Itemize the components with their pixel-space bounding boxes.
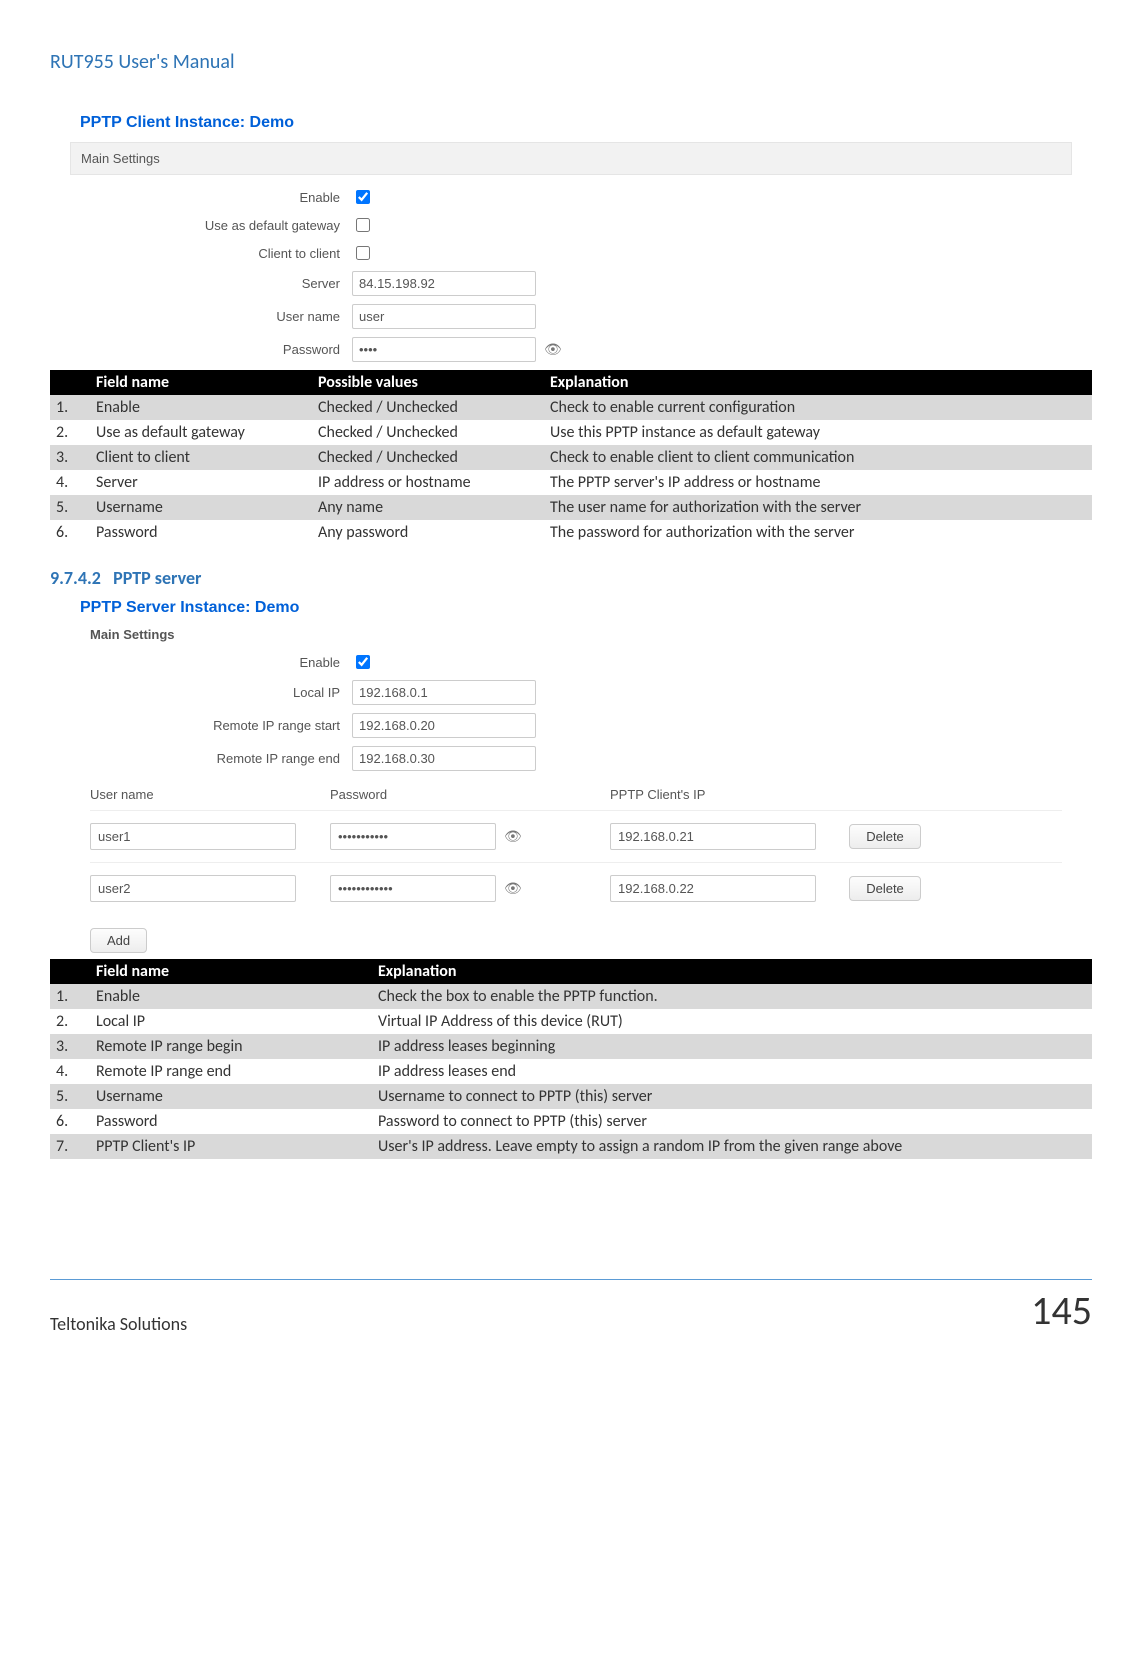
table-row: 1.EnableCheck the box to enable the PPTP…: [50, 984, 1092, 1009]
remote-start-input[interactable]: [352, 713, 536, 738]
col-password-header: Password: [330, 787, 610, 802]
password-input[interactable]: [352, 337, 536, 362]
default-gateway-label: Use as default gateway: [50, 218, 352, 233]
server-instance-title: PPTP Server Instance: Demo: [80, 599, 1092, 617]
remote-end-input[interactable]: [352, 746, 536, 771]
server-label: Server: [50, 276, 352, 291]
client-fields-table: Field name Possible values Explanation 1…: [50, 370, 1092, 545]
remote-start-label: Remote IP range start: [50, 718, 352, 733]
server-enable-checkbox[interactable]: [356, 655, 370, 669]
page-number: 145: [1031, 1286, 1092, 1335]
col-num-header: [50, 370, 90, 395]
row-clientip-input[interactable]: [610, 823, 816, 850]
client-to-client-label: Client to client: [50, 246, 352, 261]
table-row: 2.Use as default gatewayChecked / Unchec…: [50, 420, 1092, 445]
password-visibility-icon[interactable]: 👁: [504, 828, 522, 844]
page-footer: Teltonika Solutions 145: [50, 1279, 1092, 1335]
table-row: 2.Local IPVirtual IP Address of this dev…: [50, 1009, 1092, 1034]
col-clientip-header: PPTP Client's IP: [610, 787, 830, 802]
col-possible-header: Possible values: [312, 370, 544, 395]
col-field-header: Field name: [90, 370, 312, 395]
server-input[interactable]: [352, 271, 536, 296]
pptp-server-heading: 9.7.4.2 PPTP server: [50, 567, 1092, 589]
user-row: 👁 Delete: [90, 810, 1062, 862]
password-label: Password: [50, 342, 352, 357]
enable-checkbox[interactable]: [356, 190, 370, 204]
table-row: 5.UsernameAny nameThe user name for auth…: [50, 495, 1092, 520]
table-row: 6.PasswordPassword to connect to PPTP (t…: [50, 1109, 1092, 1134]
delete-button[interactable]: Delete: [849, 876, 921, 901]
add-button[interactable]: Add: [90, 928, 147, 953]
row-username-input[interactable]: [90, 875, 296, 902]
delete-button[interactable]: Delete: [849, 824, 921, 849]
table-row: 3.Remote IP range beginIP address leases…: [50, 1034, 1092, 1059]
server-fields-table: Field name Explanation 1.EnableCheck the…: [50, 959, 1092, 1159]
row-username-input[interactable]: [90, 823, 296, 850]
client-to-client-checkbox[interactable]: [356, 246, 370, 260]
row-password-input[interactable]: [330, 875, 496, 902]
table-row: 7.PPTP Client's IPUser's IP address. Lea…: [50, 1134, 1092, 1159]
password-visibility-icon[interactable]: 👁: [544, 341, 562, 358]
heading-text: PPTP server: [113, 567, 201, 589]
username-input[interactable]: [352, 304, 536, 329]
remote-end-label: Remote IP range end: [50, 751, 352, 766]
table-row: 5.UsernameUsername to connect to PPTP (t…: [50, 1084, 1092, 1109]
server-main-settings-heading: Main Settings: [90, 627, 1092, 642]
row-password-input[interactable]: [330, 823, 496, 850]
col-num-header: [50, 959, 90, 984]
default-gateway-checkbox[interactable]: [356, 218, 370, 232]
table-row: 1.EnableChecked / UncheckedCheck to enab…: [50, 395, 1092, 420]
table-row: 4.Remote IP range endIP address leases e…: [50, 1059, 1092, 1084]
table-row: 4.ServerIP address or hostnameThe PPTP s…: [50, 470, 1092, 495]
client-main-settings-heading: Main Settings: [70, 142, 1072, 175]
table-row: 6.PasswordAny passwordThe password for a…: [50, 520, 1092, 545]
table-row: 3.Client to clientChecked / UncheckedChe…: [50, 445, 1092, 470]
local-ip-label: Local IP: [50, 685, 352, 700]
col-explanation-header: Explanation: [372, 959, 1092, 984]
user-row: 👁 Delete: [90, 862, 1062, 914]
username-label: User name: [50, 309, 352, 324]
col-explanation-header: Explanation: [544, 370, 1092, 395]
heading-number: 9.7.4.2: [50, 567, 101, 589]
document-header: RUT955 User's Manual: [50, 50, 1092, 74]
client-instance-title: PPTP Client Instance: Demo: [80, 114, 1092, 132]
enable-label: Enable: [50, 190, 352, 205]
col-username-header: User name: [90, 787, 330, 802]
row-clientip-input[interactable]: [610, 875, 816, 902]
footer-company: Teltonika Solutions: [50, 1313, 187, 1335]
col-field-header: Field name: [90, 959, 372, 984]
local-ip-input[interactable]: [352, 680, 536, 705]
server-enable-label: Enable: [50, 655, 352, 670]
user-accounts-table: User name Password PPTP Client's IP 👁 De…: [90, 779, 1062, 953]
password-visibility-icon[interactable]: 👁: [504, 880, 522, 896]
